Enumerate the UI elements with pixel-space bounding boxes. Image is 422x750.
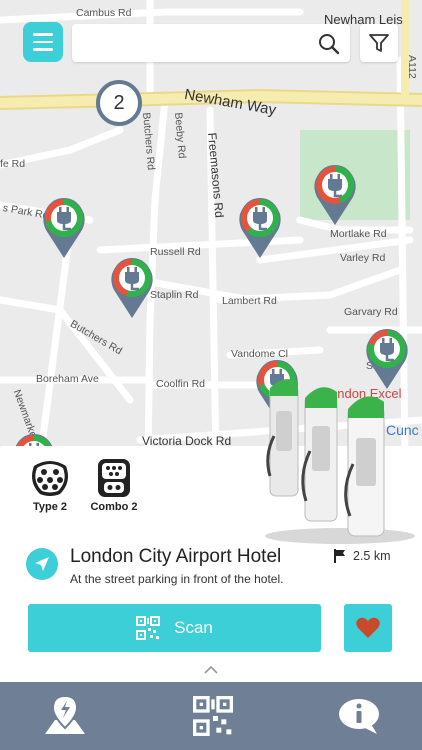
cluster-count: 2 [113, 91, 125, 114]
info-tab[interactable] [334, 692, 384, 740]
filter-button[interactable] [360, 24, 398, 62]
qr-code-icon [136, 616, 161, 640]
charging-station-pin-icon [111, 258, 153, 318]
scan-label: Scan [174, 618, 213, 637]
menu-button[interactable] [23, 22, 63, 62]
search-icon[interactable] [318, 33, 340, 55]
station-description: At the street parking in front of the ho… [70, 572, 284, 586]
cluster-marker[interactable]: 2 [96, 80, 142, 126]
search-bar[interactable] [72, 24, 350, 62]
charger-map-pin[interactable] [236, 196, 284, 260]
navigate-button[interactable] [26, 548, 58, 580]
charger-map-pin[interactable] [40, 196, 88, 260]
flag-icon [334, 549, 345, 563]
hamburger-icon-line [33, 40, 53, 44]
qr-tab[interactable] [188, 692, 238, 740]
charging-stations-illustration [265, 379, 415, 544]
bottom-tab-bar [0, 682, 422, 750]
search-input[interactable] [72, 24, 302, 62]
combo2-connector-icon [98, 459, 130, 497]
street-label: Garvary Rd [344, 306, 398, 318]
charging-station-pin-icon [239, 198, 281, 258]
street-label: Boreham Ave [36, 373, 99, 385]
connector-label: Type 2 [32, 501, 68, 513]
charger-map-pin[interactable] [311, 163, 359, 227]
street-label: Varley Rd [340, 252, 386, 264]
distance-indicator: 2.5 km [333, 548, 391, 564]
connector-type2[interactable]: Type 2 [20, 458, 80, 513]
qr-code-icon [193, 696, 233, 736]
map-pin-icon [45, 694, 85, 734]
hamburger-icon-line [33, 33, 53, 36]
charging-station-pin-icon [43, 198, 85, 258]
charging-station-pin-icon [314, 165, 356, 225]
connector-combo2[interactable]: Combo 2 [84, 458, 144, 513]
charger-map-pin[interactable] [108, 256, 156, 320]
heart-icon [356, 617, 380, 638]
street-label: Lambert Rd [222, 295, 277, 307]
distance-value: 2.5 km [353, 549, 391, 563]
hamburger-icon-line [33, 48, 53, 51]
connector-label: Combo 2 [90, 501, 138, 513]
street-label: Mortlake Rd [330, 228, 387, 240]
map-tab[interactable] [40, 692, 90, 740]
station-title: London City Airport Hotel [70, 546, 282, 567]
street-label: Coolfin Rd [156, 378, 206, 390]
street-label: Staplin Rd [150, 289, 199, 301]
navigation-arrow-icon [35, 557, 49, 571]
favorite-button[interactable] [344, 604, 392, 652]
info-icon [339, 699, 379, 734]
street-label: Russell Rd [150, 246, 201, 258]
scan-button[interactable]: Scan [28, 604, 321, 652]
chevron-up-icon[interactable] [203, 665, 219, 675]
filter-icon [369, 34, 389, 52]
type2-connector-icon [32, 461, 68, 496]
street-label: fe Rd [0, 158, 26, 170]
street-label: Cambus Rd [76, 7, 132, 19]
street-label: A112 [406, 55, 418, 79]
